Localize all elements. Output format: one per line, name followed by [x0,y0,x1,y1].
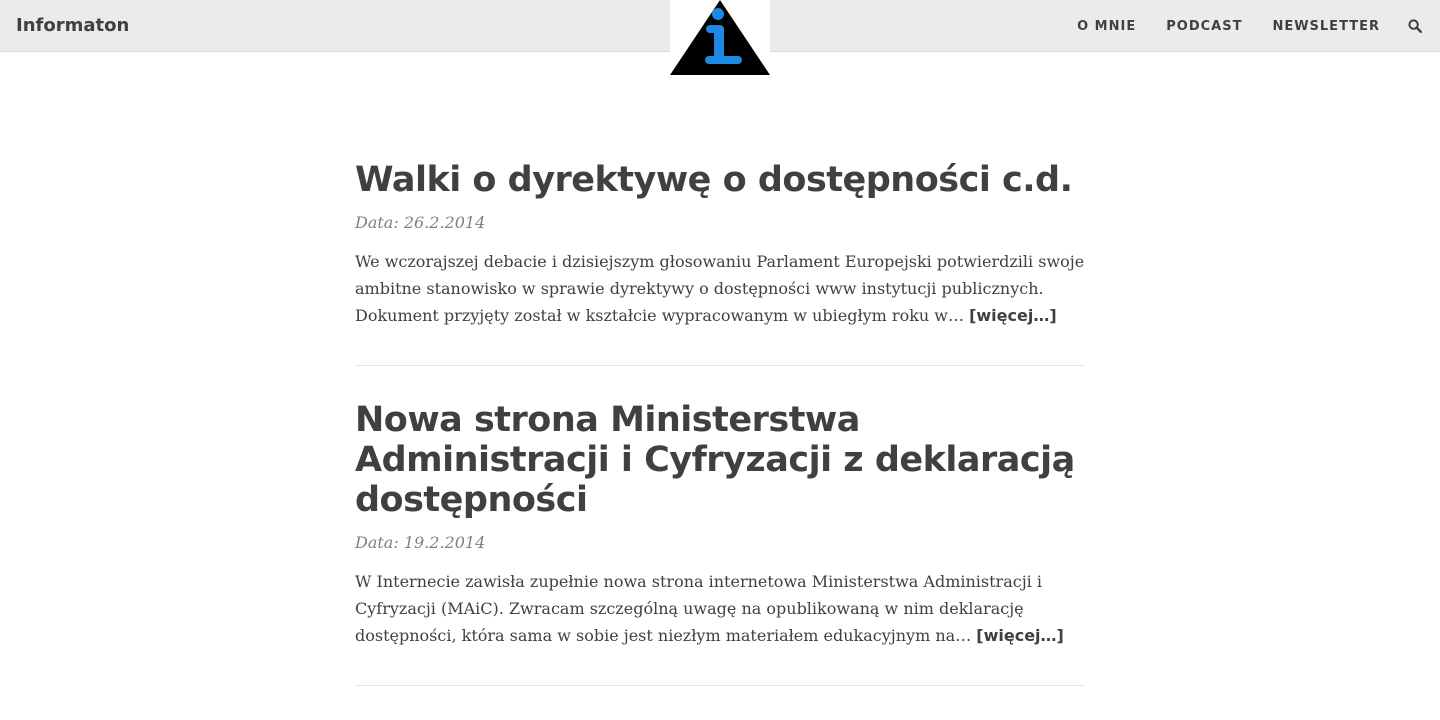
top-navigation-bar: Informaton O MNIE PODCAST NEWSLETTER [0,0,1440,78]
nav-link-o-mnie[interactable]: O MNIE [1077,19,1136,34]
post-title: Nowa strona Ministerstwa Administracji i… [355,400,1085,520]
main-menu: O MNIE PODCAST NEWSLETTER [1077,0,1424,52]
info-triangle-logo-icon [670,0,770,75]
nav-link-newsletter[interactable]: NEWSLETTER [1272,19,1380,34]
post-excerpt: We wczorajszej debacie i dzisiejszym gło… [355,248,1085,329]
post-title: Walki o dyrektywę o dostępności c.d. [355,160,1085,200]
nav-link-podcast[interactable]: PODCAST [1166,19,1242,34]
post-title-link[interactable]: Walki o dyrektywę o dostępności c.d. [355,160,1073,200]
read-more-link[interactable]: [więcej…] [969,306,1057,325]
post-list: Walki o dyrektywę o dostępności c.d. Dat… [355,160,1085,720]
post-excerpt: W Internecie zawisła zupełnie nowa stron… [355,568,1085,649]
post-preview: Nowa strona Ministerstwa Administracji i… [355,400,1085,686]
post-excerpt-text: W Internecie zawisła zupełnie nowa stron… [355,572,1042,645]
site-brand-link[interactable]: Informaton [16,0,129,52]
post-date: Data: 26.2.2014 [355,213,486,232]
post-preview: Walki o dyrektywę o dostępności c.d. Dat… [355,160,1085,366]
post-date: Data: 19.2.2014 [355,533,486,552]
post-title-link[interactable]: Nowa strona Ministerstwa Administracji i… [355,400,1075,520]
search-button[interactable] [1408,18,1424,34]
search-icon [1408,19,1423,34]
read-more-link[interactable]: [więcej…] [976,626,1064,645]
site-logo[interactable] [670,0,770,78]
